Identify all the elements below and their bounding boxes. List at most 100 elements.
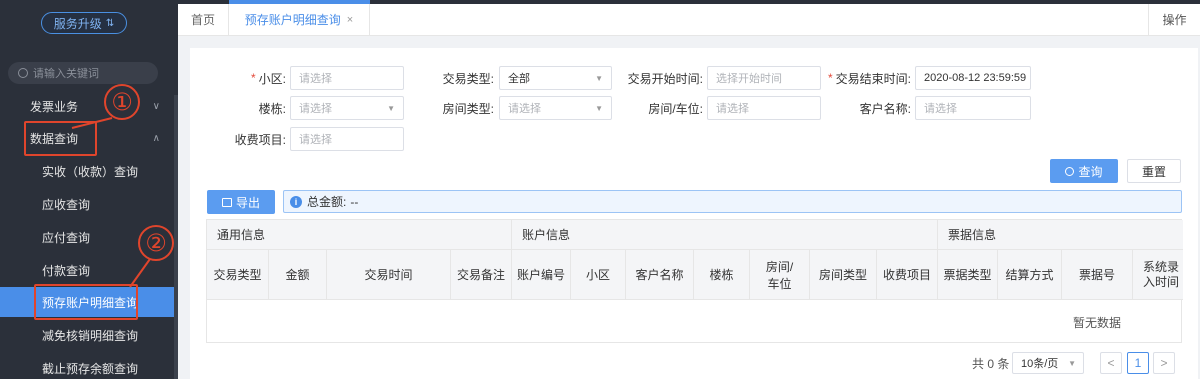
column-header[interactable]: 收费项目 [877,250,938,300]
trade-type-label: 交易类型: [442,71,494,86]
group-header-account: 账户信息 [512,220,938,250]
sort-icon: ⇅ [105,17,115,29]
tab-label: 首页 [190,13,215,27]
room-type-label: 房间类型: [442,101,494,116]
room-type-select[interactable]: 请选择 ▼ [499,96,612,120]
column-header[interactable]: 票据类型 [938,250,998,300]
group-header-invoice: 票据信息 [938,220,1183,250]
reset-button[interactable]: 重置 [1127,159,1181,183]
sidebar-item-receivable-query[interactable]: 应收查询 [0,189,174,219]
pagination-total: 共 0 条 [972,356,1010,371]
sidebar-item-label: 截止预存余额查询 [42,361,139,376]
data-table: 通用信息 账户信息 票据信息 交易类型 金额 交易时间 交易备注 账户编号 小区… [206,219,1183,343]
upgrade-label: 服务升级 [53,16,102,31]
customer-select[interactable]: 请选择 [915,96,1031,120]
export-label: 导出 [235,195,260,210]
page-size-select[interactable]: 10条/页 ▼ [1012,352,1084,374]
chevron-down-icon: ▼ [1068,358,1076,368]
building-select[interactable]: 请选择 ▼ [290,96,404,120]
community-label: * 小区: [230,66,286,90]
fee-item-label: 收费项目: [234,132,286,147]
column-header[interactable]: 结算方式 [998,250,1062,300]
customer-label: 客户名称: [859,101,911,116]
room-placeholder: 请选择 [716,103,749,115]
column-header[interactable]: 房间类型 [810,250,877,300]
column-header[interactable]: 房间/车位 [750,250,810,300]
column-header[interactable]: 金额 [269,250,327,300]
prev-page-button[interactable]: < [1100,352,1122,374]
annotation-highlight-box [34,284,138,320]
query-button[interactable]: 查询 [1050,159,1118,183]
info-icon: i [290,195,302,208]
chevron-up-icon: ∧ [152,132,160,144]
fee-item-select[interactable]: 请选择 [290,127,404,151]
column-header[interactable]: 交易时间 [327,250,451,300]
search-icon [18,68,28,78]
column-header[interactable]: 系统录入时间 [1133,250,1183,300]
trade-type-select[interactable]: 全部 ▼ [499,66,612,90]
column-header[interactable]: 交易备注 [451,250,512,300]
sidebar-item-label: 减免核销明细查询 [42,328,139,343]
required-mark: * [827,71,833,85]
sidebar-item-prestore-balance[interactable]: 截止预存余额查询 [0,353,174,379]
sidebar-item-waiver-detail[interactable]: 减免核销明细查询 [0,320,174,350]
export-icon [221,197,232,207]
customer-placeholder: 请选择 [924,103,957,115]
room-type-placeholder: 请选择 [508,103,541,115]
column-header[interactable]: 小区 [571,250,626,300]
building-placeholder: 请选择 [299,103,332,115]
column-header[interactable]: 楼栋 [694,250,750,300]
column-header[interactable]: 交易类型 [207,250,269,300]
end-time-picker[interactable]: 2020-08-12 23:59:59 [915,66,1031,90]
tab-label: 操作 [1162,13,1187,27]
community-label-text: 小区: [258,71,286,86]
sidebar-item-label: 应收查询 [42,197,91,212]
sidebar-search-input[interactable]: 请输入关键词 [8,62,158,84]
community-placeholder: 请选择 [299,73,332,85]
column-header[interactable]: 账户编号 [512,250,571,300]
building-label: 楼栋: [258,101,286,116]
sidebar-scrollbar[interactable] [174,95,178,379]
community-select[interactable]: 请选择 [290,66,404,90]
start-time-label: 交易开始时间: [627,71,703,86]
chevron-down-icon: ▼ [595,103,603,113]
next-page-button[interactable]: > [1153,352,1175,374]
search-icon [1065,166,1075,176]
annotation-step-1: ① [104,84,140,120]
sidebar-item-received-query[interactable]: 实收（收款）查询 [0,156,174,186]
sidebar-item-label: 实收（收款）查询 [42,164,139,179]
reset-label: 重置 [1141,164,1166,179]
page-1-button[interactable]: 1 [1127,352,1149,374]
page-size-value: 10条/页 [1021,358,1059,370]
fee-item-placeholder: 请选择 [299,134,332,146]
annotation-step-2: ② [138,225,174,261]
column-header[interactable]: 客户名称 [626,250,694,300]
upgrade-button[interactable]: 服务升级 ⇅ [41,12,127,34]
query-label: 查询 [1078,164,1103,179]
chevron-down-icon: ∨ [152,100,160,112]
chevron-down-icon: ▼ [595,73,603,83]
group-header-general: 通用信息 [207,220,512,250]
tab-operation-button[interactable]: 操作 [1148,4,1200,35]
menu-group-invoice[interactable]: 发票业务 ∨ [0,92,174,120]
room-label: 房间/车位: [648,101,703,116]
sidebar-search-placeholder: 请输入关键词 [33,68,99,80]
start-time-picker[interactable]: 选择开始时间 [707,66,821,90]
end-time-label: * 交易结束时间: [825,66,911,90]
end-time-label-text: 交易结束时间: [835,71,911,86]
chevron-down-icon: ▼ [387,103,395,113]
tab-home[interactable]: 首页 [178,4,229,35]
tab-bar: 首页 预存账户明细查询 × 操作 [178,4,1200,36]
annotation-highlight-box [24,121,97,156]
sidebar-item-label: 付款查询 [42,263,91,278]
tab-prestore-detail[interactable]: 预存账户明细查询 × [229,4,370,35]
total-amount-bar: i 总金额: -- [283,190,1182,213]
start-time-placeholder: 选择开始时间 [716,73,782,85]
total-value: -- [350,194,359,209]
column-header[interactable]: 票据号 [1062,250,1133,300]
room-select[interactable]: 请选择 [707,96,821,120]
tab-label: 预存账户明细查询 [244,13,341,27]
export-button[interactable]: 导出 [207,190,275,214]
close-icon[interactable]: × [347,14,353,26]
menu-group-label: 发票业务 [30,99,79,114]
